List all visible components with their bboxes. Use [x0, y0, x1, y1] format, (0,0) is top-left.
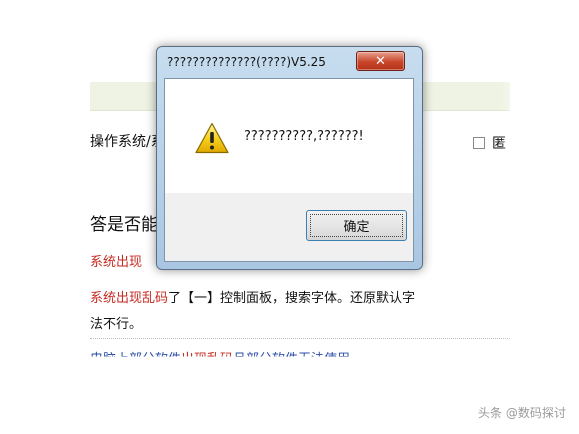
page-link-cut-blue2: 且部分软件无法使用	[233, 352, 351, 367]
page-heading: 答是否能	[90, 215, 158, 235]
dialog-title: ??????????????(????)V5.25	[167, 55, 326, 69]
dialog-client-area: ??????????,??????! 确定	[164, 78, 414, 262]
page-checkbox[interactable]	[473, 137, 485, 149]
ok-button[interactable]: 确定	[306, 210, 407, 241]
page-paragraph: 系统出现乱码了【一】控制面板，搜索字体。还原默认字	[90, 287, 415, 306]
page-link-cut[interactable]: 电脑上部分软件出现乱码且部分软件无法使用	[90, 348, 351, 367]
page-text-os: 操作系统/系	[90, 134, 165, 150]
ok-button-label: 确定	[343, 220, 370, 235]
page-paragraph-end: 法不行。	[90, 317, 143, 332]
page-link-cut-red: 出现乱码	[181, 352, 234, 367]
dialog-message-area: ??????????,??????!	[165, 79, 413, 193]
close-icon: ✕	[375, 53, 386, 69]
page-paragraph-red[interactable]: 系统出现乱码	[90, 291, 168, 306]
watermark: 头条 @数码探讨	[478, 406, 566, 420]
page-divider	[90, 338, 510, 339]
page-fade	[500, 80, 579, 380]
page-link-red[interactable]: 系统出现	[90, 251, 142, 270]
close-button[interactable]: ✕	[356, 51, 405, 71]
page-link-cut-blue1: 电脑上部分软件	[90, 352, 182, 367]
alert-dialog: ??????????????(????)V5.25 ✕ ??????????,?…	[156, 46, 423, 270]
page-paragraph-rest: 了【一】控制面板，搜索字体。还原默认字	[168, 291, 416, 306]
dialog-message: ??????????,??????!	[244, 129, 364, 144]
warning-icon	[195, 122, 229, 154]
